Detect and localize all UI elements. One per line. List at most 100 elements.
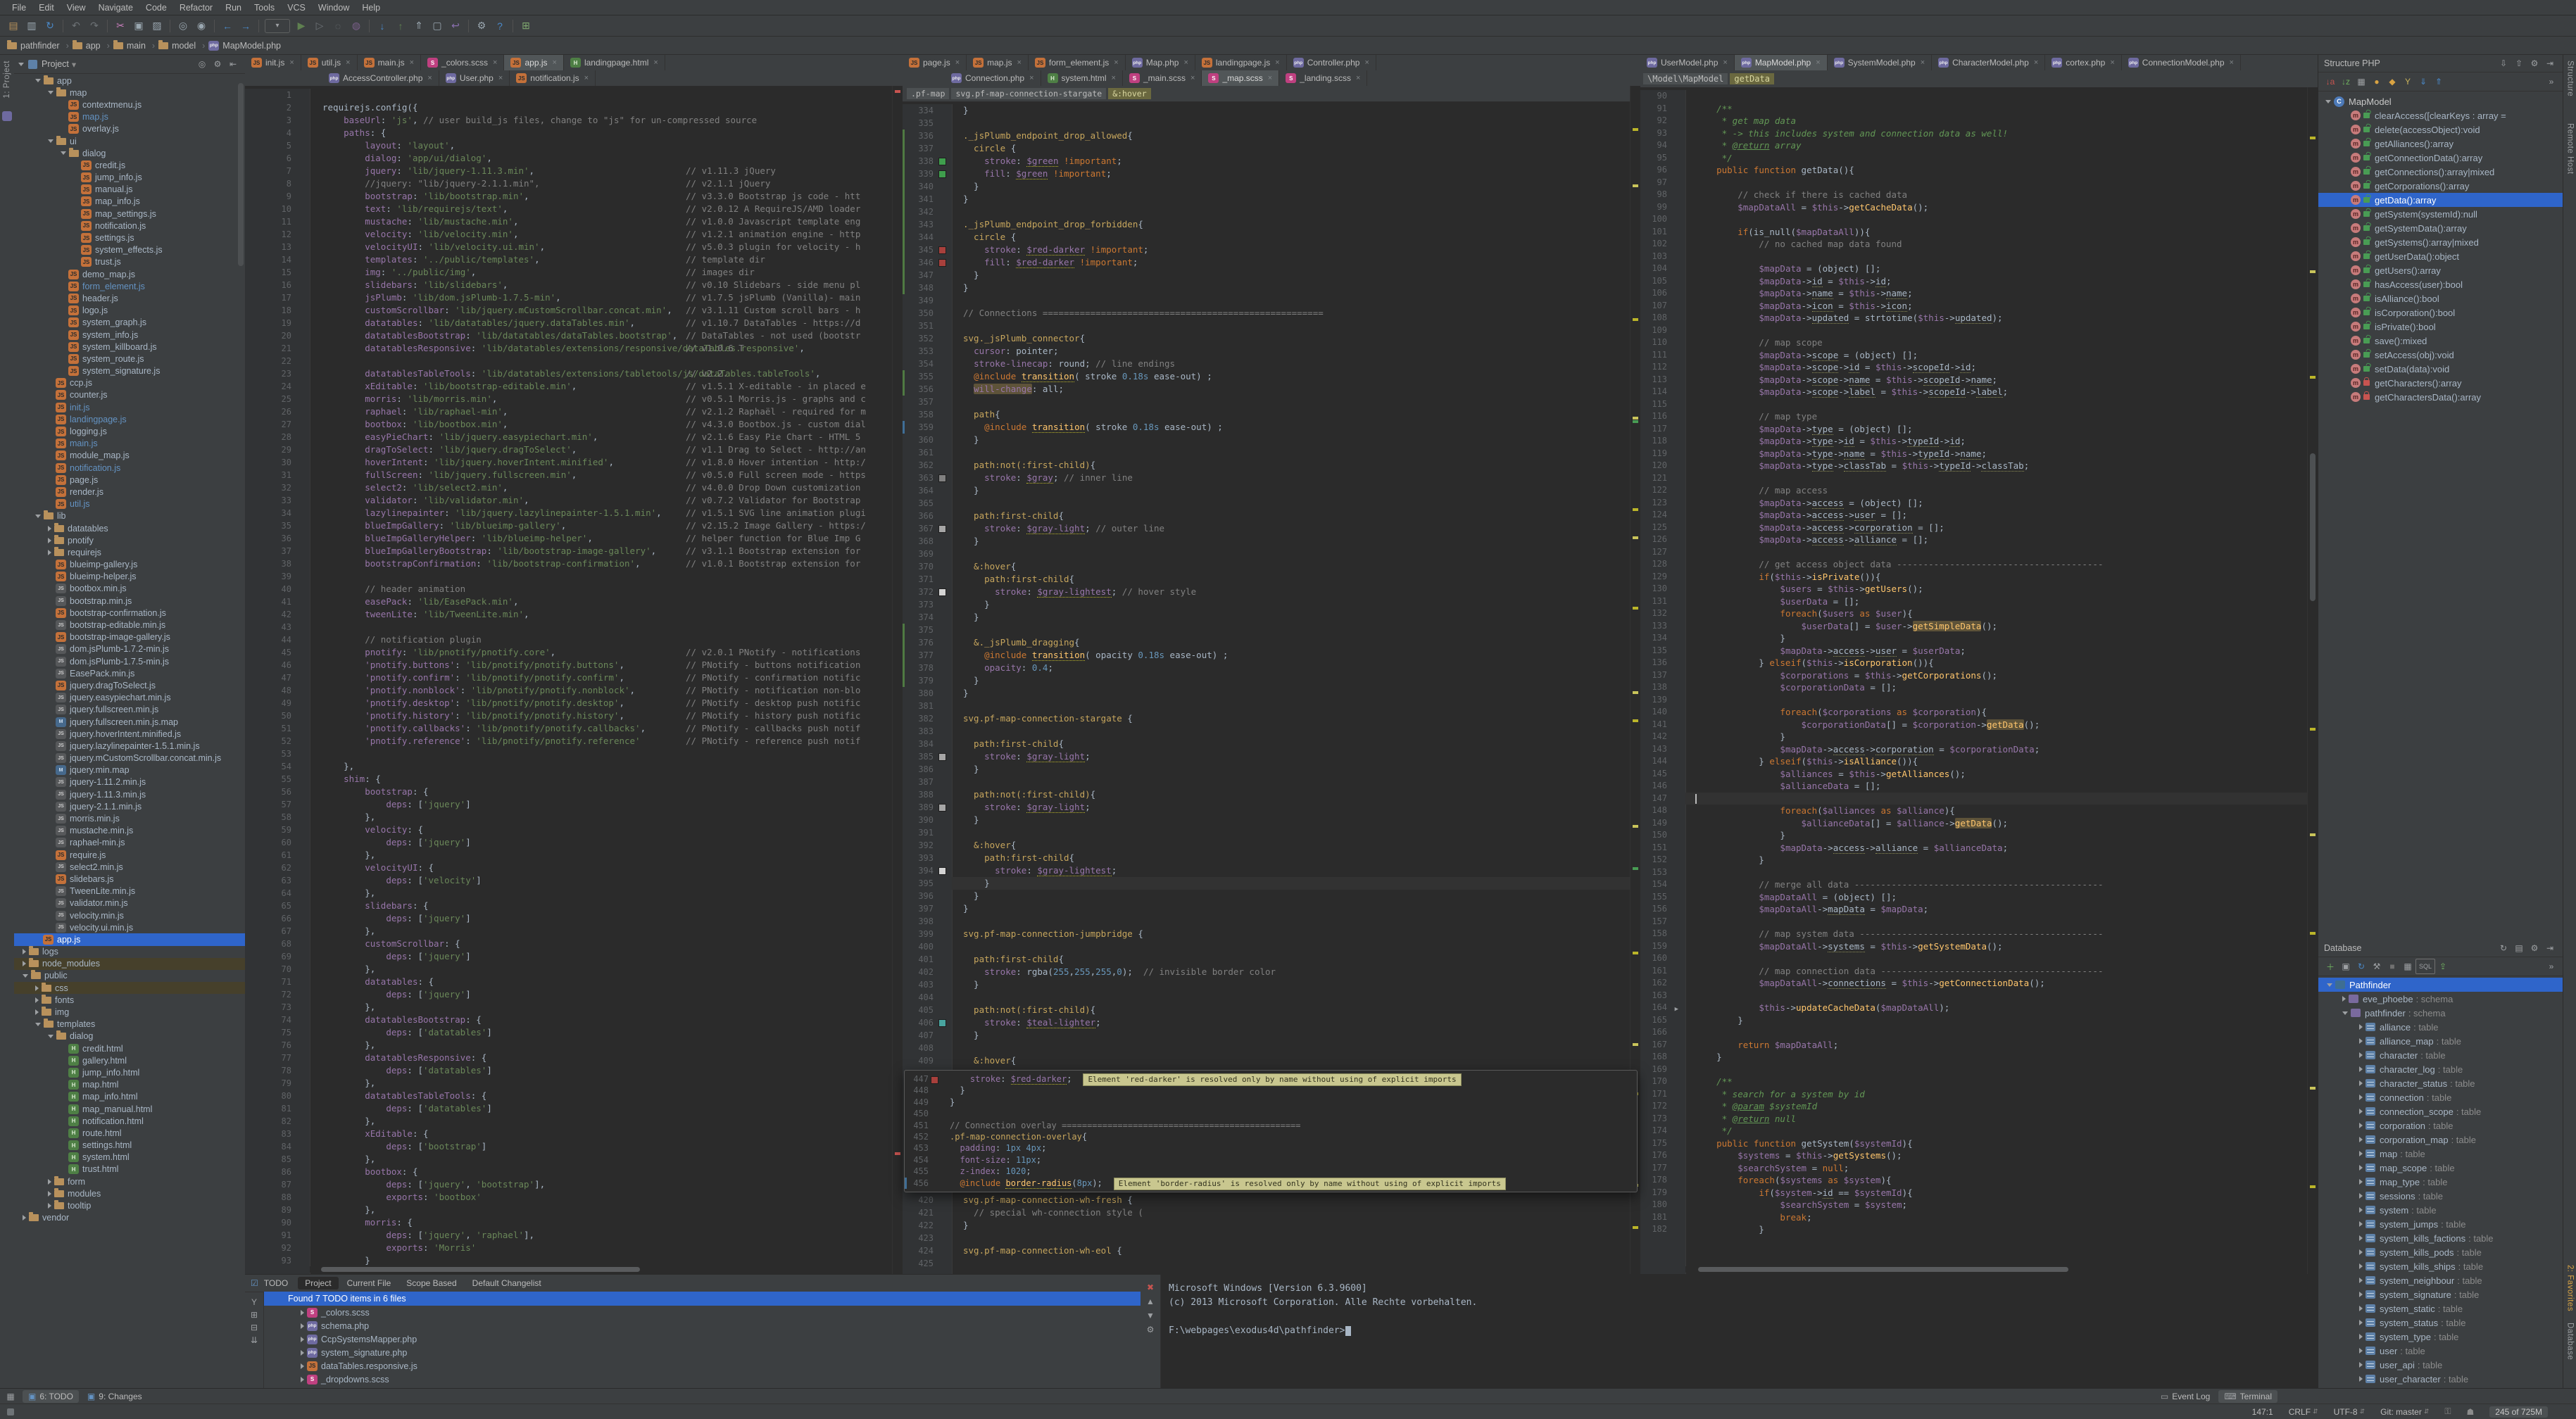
menu-vcs[interactable]: VCS — [281, 3, 312, 13]
tree-item-jquery.min.map[interactable]: Mjquery.min.map — [14, 764, 245, 776]
tree-item-notification.js[interactable]: JSnotification.js — [14, 220, 245, 232]
tree-item-module_map.js[interactable]: JSmodule_map.js — [14, 450, 245, 462]
tree-item-demo_map.js[interactable]: JSdemo_map.js — [14, 268, 245, 280]
todo-summary[interactable]: Found 7 TODO items in 6 files — [264, 1292, 1141, 1306]
horizontal-scrollbar[interactable] — [310, 1266, 888, 1273]
show-inherited-icon[interactable]: ◆ — [2385, 75, 2400, 89]
tree-item-system_info.js[interactable]: JSsystem_info.js — [14, 329, 245, 341]
tree-item-velocity.ui.min.js[interactable]: JSvelocity.ui.min.js — [14, 921, 245, 933]
db-table-corporation[interactable]: corporation: table — [2318, 1118, 2563, 1133]
db-table-map[interactable]: map: table — [2318, 1147, 2563, 1161]
tree-item-settings.html[interactable]: Hsettings.html — [14, 1140, 245, 1152]
tree-item-velocity.min.js[interactable]: JSvelocity.min.js — [14, 909, 245, 921]
tree-item-jquery.dragToSelect.js[interactable]: JSjquery.dragToSelect.js — [14, 679, 245, 691]
editor-tab[interactable]: phpController.php× — [1287, 55, 1376, 70]
undo-icon[interactable]: ↶ — [68, 18, 84, 34]
tree-item-notification.js[interactable]: JSnotification.js — [14, 462, 245, 474]
menu-run[interactable]: Run — [219, 3, 248, 13]
tree-item-validator.min.js[interactable]: JSvalidator.min.js — [14, 897, 245, 909]
tree-item-bootstrap-confirmation.js[interactable]: JSbootstrap-confirmation.js — [14, 607, 245, 619]
tree-item-form[interactable]: form — [14, 1175, 245, 1187]
redo-icon[interactable]: ↷ — [86, 18, 103, 34]
group-methods-icon[interactable]: ▦ — [2354, 75, 2369, 89]
collapse-all-icon[interactable]: ⇤ — [225, 57, 241, 71]
editor-tab[interactable]: S_main.scss× — [1123, 70, 1202, 86]
tree-item-blueimp-gallery.js[interactable]: JSblueimp-gallery.js — [14, 559, 245, 571]
tree-item-trust.js[interactable]: JStrust.js — [14, 256, 245, 268]
editor-tab[interactable]: phpMapModel.php× — [1735, 55, 1828, 70]
menu-navigate[interactable]: Navigate — [92, 3, 139, 13]
line-separator[interactable]: CRLF⇵ — [2289, 1407, 2318, 1417]
tree-item-dom.jsPlumb-1.7.5-min.js[interactable]: JSdom.jsPlumb-1.7.5-min.js — [14, 655, 245, 667]
tree-item-header.js[interactable]: JSheader.js — [14, 292, 245, 304]
tree-item-pnotify[interactable]: pnotify — [14, 534, 245, 546]
db-table-system_static[interactable]: system_static: table — [2318, 1301, 2563, 1316]
structure-method-getData[interactable]: mgetData():array — [2318, 193, 2563, 207]
project-structure-icon[interactable]: ⊞ — [517, 18, 534, 34]
db-table-system_jumps[interactable]: system_jumps: table — [2318, 1217, 2563, 1231]
structure-method-hasAccess[interactable]: mhasAccess(user):bool — [2318, 277, 2563, 291]
editor-tab[interactable]: phpSystemModel.php× — [1828, 55, 1932, 70]
tree-item-manual.js[interactable]: JSmanual.js — [14, 184, 245, 196]
table-icon[interactable]: ▦ — [2400, 959, 2415, 973]
back-icon[interactable]: ← — [219, 18, 236, 34]
tree-item-dialog[interactable]: dialog — [14, 1030, 245, 1042]
db-table-system_type[interactable]: system_type: table — [2318, 1330, 2563, 1344]
todo-file-dataTables.responsive.js[interactable]: JSdataTables.responsive.js — [264, 1359, 1141, 1373]
tree-item-ui[interactable]: ui — [14, 135, 245, 147]
terminal-output[interactable]: Microsoft Windows [Version 6.3.9600] (c)… — [1169, 1282, 2312, 1338]
sort-visibility-icon[interactable]: ↓z — [2338, 75, 2354, 89]
tree-item-route.html[interactable]: Hroute.html — [14, 1127, 245, 1139]
hide-icon[interactable]: ⇥ — [2542, 56, 2558, 70]
db-table-system_kills_ships[interactable]: system_kills_ships: table — [2318, 1259, 2563, 1273]
tree-item-modules[interactable]: modules — [14, 1187, 245, 1199]
tree-item-jquery.lazylinepainter-1.5.1.min.js[interactable]: JSjquery.lazylinepainter-1.5.1.min.js — [14, 740, 245, 752]
db-table-connection_scope[interactable]: connection_scope: table — [2318, 1104, 2563, 1118]
tree-item-map.html[interactable]: Hmap.html — [14, 1079, 245, 1091]
tree-item-gallery.html[interactable]: Hgallery.html — [14, 1054, 245, 1066]
db-table-system_kills_pods[interactable]: system_kills_pods: table — [2318, 1245, 2563, 1259]
tree-item-dom.jsPlumb-1.7.2-min.js[interactable]: JSdom.jsPlumb-1.7.2-min.js — [14, 643, 245, 655]
autoscroll-target-icon[interactable]: ⇑ — [2431, 75, 2446, 89]
tree-item-util.js[interactable]: JSutil.js — [14, 498, 245, 510]
menu-window[interactable]: Window — [312, 3, 356, 13]
tree-item-public[interactable]: public — [14, 970, 245, 982]
db-table-character_status[interactable]: character_status: table — [2318, 1076, 2563, 1090]
duplicate-icon[interactable]: ▣ — [2338, 959, 2354, 973]
tree-item-logo.js[interactable]: JSlogo.js — [14, 305, 245, 317]
db-table-map_scope[interactable]: map_scope: table — [2318, 1161, 2563, 1175]
todo-file-_dropdowns.scss[interactable]: S_dropdowns.scss — [264, 1373, 1141, 1386]
autoscroll-icon[interactable]: ⇊ — [246, 1334, 262, 1347]
db-table-system_signature[interactable]: system_signature: table — [2318, 1287, 2563, 1301]
tree-item-mustache.min.js[interactable]: JSmustache.min.js — [14, 825, 245, 837]
tree-item-css[interactable]: css — [14, 982, 245, 994]
editor-tab[interactable]: S_colors.scss× — [421, 55, 504, 70]
save-all-icon[interactable]: ▥ — [23, 18, 40, 34]
tree-item-main.js[interactable]: JSmain.js — [14, 438, 245, 450]
tree-item-app.js[interactable]: JSapp.js — [14, 933, 245, 945]
tree-item-notification.html[interactable]: Hnotification.html — [14, 1115, 245, 1127]
tree-item-lib[interactable]: lib — [14, 510, 245, 522]
tree-item-landingpage.js[interactable]: JSlandingpage.js — [14, 413, 245, 425]
toolwindow-structure-button[interactable]: Structure — [2566, 61, 2575, 96]
db-table-system_kills_factions[interactable]: system_kills_factions: table — [2318, 1231, 2563, 1245]
db-table-system_status[interactable]: system_status: table — [2318, 1316, 2563, 1330]
toolwindow-remotehost-button[interactable]: Remote Host — [2566, 123, 2575, 175]
toolwindow-button-6-TODO[interactable]: ▣6: TODO — [23, 1390, 79, 1403]
memory-indicator[interactable]: 245 of 725M — [2489, 1406, 2548, 1418]
tree-item-map_info.js[interactable]: JSmap_info.js — [14, 196, 245, 208]
settings-icon[interactable]: ⚙ — [210, 57, 225, 71]
structure-method-isAlliance[interactable]: misAlliance():bool — [2318, 291, 2563, 305]
upload-icon[interactable]: ⇑ — [410, 18, 427, 34]
up-icon[interactable]: ▲ — [1143, 1294, 1158, 1308]
db-table-corporation_map[interactable]: corporation_map: table — [2318, 1133, 2563, 1147]
structure-method-getUsers[interactable]: mgetUsers():array — [2318, 263, 2563, 277]
breadcrumb-chip[interactable]: &:hover — [1108, 88, 1150, 99]
ddl-icon[interactable]: ⇪ — [2435, 959, 2451, 973]
lock-icon[interactable]: ⚿ — [2444, 1406, 2451, 1417]
tree-item-vendor[interactable]: vendor — [14, 1212, 245, 1224]
tree-item-bootbox.min.js[interactable]: JSbootbox.min.js — [14, 583, 245, 595]
copy-icon[interactable]: ▣ — [130, 18, 147, 34]
structure-method-getConnections[interactable]: mgetConnections():array|mixed — [2318, 165, 2563, 179]
editor-tab[interactable]: phpMap.php× — [1126, 55, 1195, 70]
